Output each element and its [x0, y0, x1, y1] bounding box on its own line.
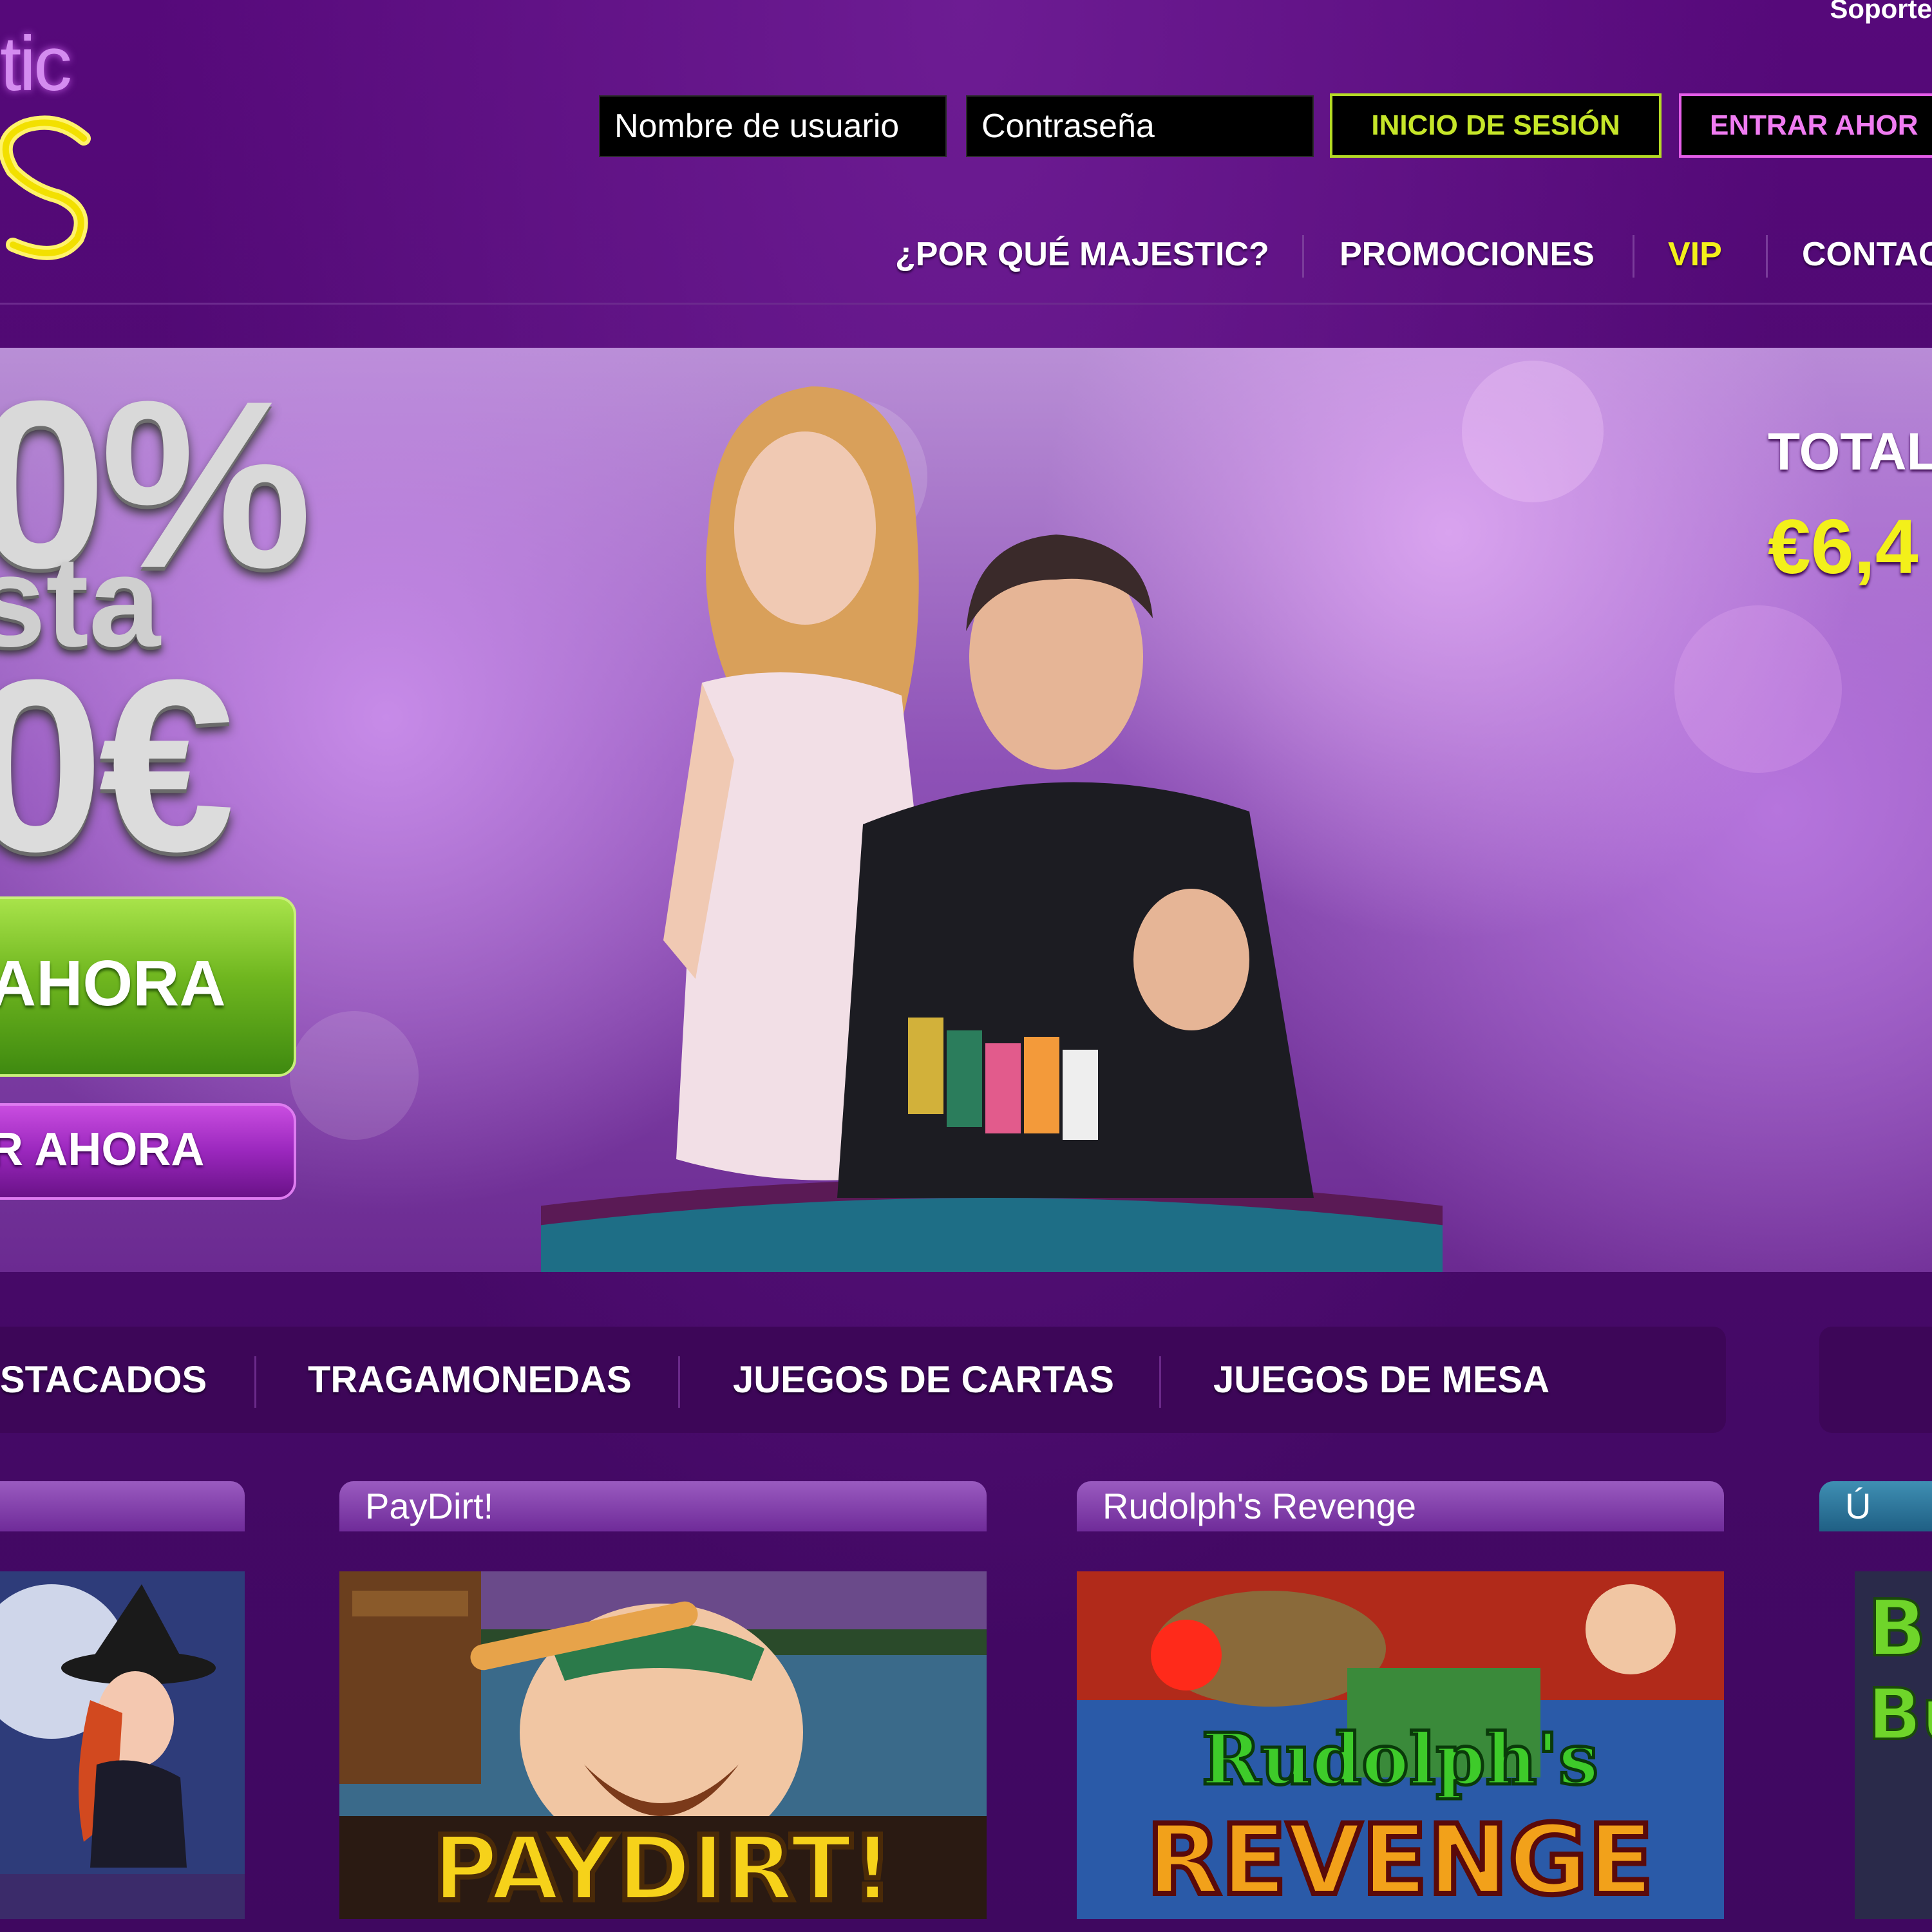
paydirt-art-text: PAYDIRT! [432, 1817, 893, 1919]
game-title [0, 1481, 245, 1531]
jackpot-value: €6,4 [1768, 504, 1918, 590]
game-art-text: Bu [1868, 1673, 1932, 1756]
tab-divider [254, 1356, 256, 1408]
game-art-text: B [1868, 1584, 1926, 1674]
game-title: Rudolph's Revenge [1077, 1481, 1724, 1531]
site-header: Soporte tic Nombre de usuario Contraseña… [0, 0, 1932, 305]
game-card[interactable] [0, 1481, 245, 1919]
game-title: Ú [1819, 1481, 1932, 1531]
nav-item-why-majestic[interactable]: ¿POR QUÉ MAJESTIC? [895, 229, 1269, 280]
game-title: PayDirt! [339, 1481, 987, 1531]
reindeer-slot-thumbnail-icon: Rudolph's REVENGE [1077, 1571, 1724, 1919]
support-link[interactable]: Soporte [1830, 0, 1932, 24]
join-now-button[interactable]: ENTRAR AHOR [1679, 93, 1932, 158]
tab-divider [1159, 1356, 1161, 1408]
play-now-button[interactable]: AHORA [0, 896, 296, 1077]
password-field[interactable]: Contraseña [966, 95, 1314, 157]
nav-item-promotions[interactable]: PROMOCIONES [1340, 229, 1595, 280]
username-field[interactable]: Nombre de usuario [599, 95, 947, 157]
nav-item-contact[interactable]: CONTAC [1802, 229, 1932, 280]
tab-table-games[interactable]: JUEGOS DE MESA [1213, 1327, 1549, 1433]
majestic-logo[interactable]: tic [0, 0, 109, 277]
game-card[interactable]: PayDirt! PAYDIRT! [339, 1481, 987, 1919]
login-button[interactable]: INICIO DE SESIÓN [1330, 93, 1662, 158]
game-category-tabs: STACADOS TRAGAMONEDAS JUEGOS DE CARTAS J… [0, 1327, 1726, 1433]
bonus-amount: 0€ [0, 629, 235, 902]
miner-slot-thumbnail-icon: PAYDIRT! [339, 1571, 987, 1919]
tab-divider [678, 1356, 680, 1408]
jackpot-label: TOTAL [1768, 422, 1932, 481]
logo-s-mark-icon [0, 115, 91, 260]
hero-banner: 0% sta 0€ AHORA R AHORA TOTAL €6,4 [0, 348, 1932, 1272]
tabs-side-panel [1819, 1327, 1932, 1433]
nav-divider [1302, 235, 1304, 278]
tab-slots[interactable]: TRAGAMONEDAS [308, 1327, 632, 1433]
game-card[interactable]: Ú B Bu [1819, 1481, 1932, 1919]
tab-featured[interactable]: STACADOS [0, 1327, 207, 1433]
logo-text: tic [0, 21, 72, 107]
bokeh-light [1674, 605, 1842, 773]
nav-divider [1766, 235, 1768, 278]
bokeh-light [1462, 361, 1604, 502]
tab-card-games[interactable]: JUEGOS DE CARTAS [733, 1327, 1114, 1433]
bokeh-light [290, 1011, 419, 1140]
game-thumbnail-icon: B Bu [1855, 1571, 1932, 1919]
rudolph-art-text: Rudolph's [1202, 1718, 1598, 1801]
nav-divider [1633, 235, 1634, 278]
witch-slot-thumbnail-icon [0, 1571, 245, 1919]
main-nav: ¿POR QUÉ MAJESTIC? PROMOCIONES VIP CONTA… [895, 229, 1932, 280]
nav-item-vip[interactable]: VIP [1668, 229, 1722, 280]
hero-couple-photo [541, 386, 1443, 1272]
game-card[interactable]: Rudolph's Revenge Rudolph's REVENGE [1077, 1481, 1724, 1919]
revenge-art-text: REVENGE [1146, 1804, 1654, 1917]
enter-now-button[interactable]: R AHORA [0, 1103, 296, 1200]
